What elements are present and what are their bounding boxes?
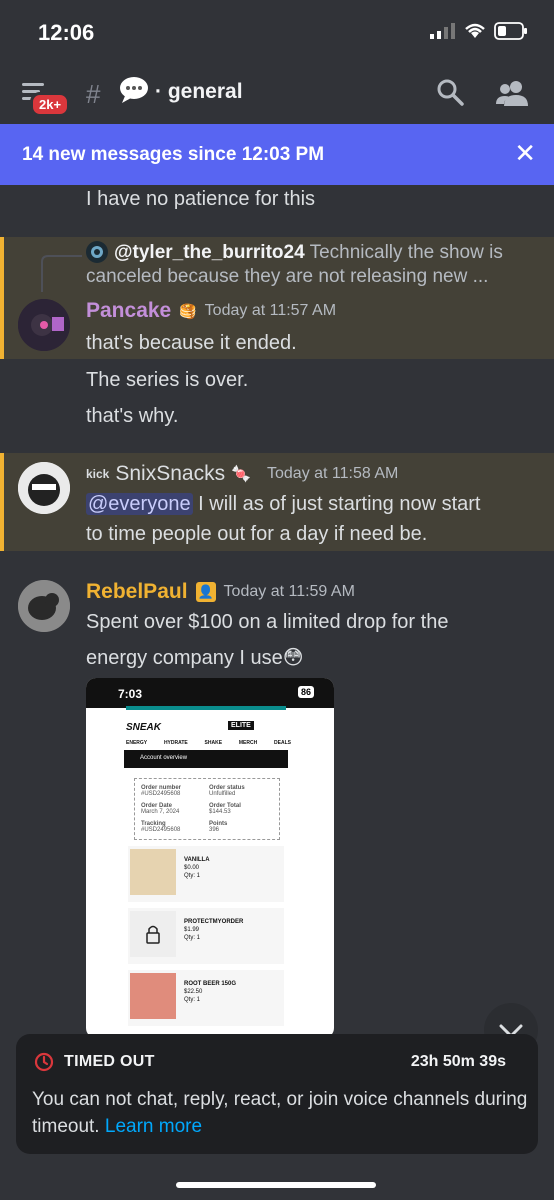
clock-icon bbox=[34, 1052, 54, 1072]
reply-text: Technically the show is bbox=[309, 242, 503, 263]
lock-icon bbox=[146, 925, 160, 944]
avatar[interactable] bbox=[18, 580, 70, 632]
embed-account-bar: Account overview bbox=[124, 750, 288, 768]
wifi-icon bbox=[465, 23, 485, 38]
embed-item-price: $1.99 bbox=[184, 927, 200, 933]
timeout-timer: 23h 50m 39s bbox=[410, 1053, 506, 1070]
embed-brand2: ELITE bbox=[228, 721, 254, 730]
message-header: Pancake 🥞 Today at 11:57 AM bbox=[86, 299, 336, 323]
embed-brand: SNEAK bbox=[126, 722, 162, 733]
embed-item-name: PROTECTMYORDER bbox=[184, 919, 244, 925]
role-icon: 🥞 bbox=[179, 302, 197, 319]
timeout-panel: TIMED OUT 23h 50m 39s You can not chat, … bbox=[16, 1034, 538, 1154]
new-messages-text: 14 new messages since 12:03 PM bbox=[22, 144, 325, 165]
embed-item-price: $0.00 bbox=[184, 865, 200, 871]
embed-item: VANILLA $0.00 Qty: 1 bbox=[128, 846, 284, 902]
timeout-title: TIMED OUT bbox=[64, 1053, 155, 1070]
embed-nav-item: SHAKE bbox=[204, 740, 223, 746]
status-bar: 12:06 bbox=[0, 0, 554, 62]
embed-time: 7:03 bbox=[118, 687, 143, 701]
message-header: RebelPaul 👤 Today at 11:59 AM bbox=[86, 580, 355, 604]
embed-order-box: Order number #USD2495608 Order status Unfu… bbox=[134, 778, 280, 840]
clock: 12:06 bbox=[38, 20, 95, 45]
unread-badge: 2k+ bbox=[30, 92, 71, 117]
embed-nav-item: HYDRATE bbox=[163, 740, 188, 746]
embed-item: PROTECTMYORDER $1.99 Qty: 1 bbox=[128, 908, 284, 964]
message-text: to time people out for a day if need be. bbox=[86, 523, 428, 545]
reply-connector bbox=[41, 255, 82, 292]
embed-item-qty: Qty: 1 bbox=[184, 873, 201, 879]
embed-battery: 86 bbox=[297, 686, 314, 698]
timestamp: Today at 11:58 AM bbox=[267, 465, 399, 482]
battery-icon bbox=[494, 22, 527, 40]
message-text: energy company I use😳 bbox=[86, 647, 304, 669]
product-image bbox=[130, 973, 176, 1019]
status-icons bbox=[430, 22, 528, 40]
embed-value: #USD2495608 bbox=[141, 791, 181, 797]
message-text: @everyone I will as of just starting now… bbox=[86, 490, 480, 518]
role-icon: 🍬 bbox=[231, 466, 251, 483]
reply-avatar bbox=[86, 241, 108, 263]
image-attachment[interactable]: 7:03 86 SNEAK ELITE ENERGY HYDRATE SHAKE… bbox=[86, 678, 334, 1038]
avatar[interactable] bbox=[18, 299, 70, 351]
embed-item-name: ROOT BEER 150G bbox=[184, 981, 237, 987]
search-icon[interactable] bbox=[436, 78, 464, 106]
embed-item-name: VANILLA bbox=[184, 857, 210, 863]
timeout-message: You can not chat, reply, react, or join … bbox=[32, 1086, 532, 1140]
timestamp: Today at 11:59 AM bbox=[223, 583, 355, 600]
embed-nav: ENERGY HYDRATE SHAKE MERCH DEALS bbox=[126, 740, 291, 746]
reply-preview[interactable]: @tyler_the_burrito24 Technically the sho… bbox=[114, 241, 503, 265]
username[interactable]: Pancake bbox=[86, 299, 171, 323]
speech-bubble-icon bbox=[120, 77, 148, 103]
username[interactable]: RebelPaul bbox=[86, 580, 188, 604]
role-icon: 👤 bbox=[195, 582, 216, 602]
embed-nav-item: MERCH bbox=[238, 740, 258, 746]
reply-user: @tyler_the_burrito24 bbox=[114, 242, 305, 263]
product-image bbox=[130, 911, 176, 957]
message-text: I have no patience for this bbox=[86, 188, 316, 210]
embed-item-price: $22.50 bbox=[184, 989, 203, 995]
embed-nav-item: DEALS bbox=[274, 740, 291, 746]
product-image bbox=[130, 849, 176, 895]
timestamp: Today at 11:57 AM bbox=[204, 302, 337, 319]
embed-nav-item: ENERGY bbox=[126, 740, 148, 746]
embed-status-bar: 7:03 86 bbox=[86, 678, 334, 708]
reply-text-cont: canceled because they are not releasing … bbox=[86, 266, 489, 287]
embed-value: Unfulfilled bbox=[209, 791, 236, 797]
embed-value: $144.53 bbox=[209, 809, 231, 815]
message-text: Spent over $100 on a limited drop for th… bbox=[86, 611, 449, 633]
kick-tag: kick bbox=[86, 467, 110, 481]
embed-item-qty: Qty: 1 bbox=[184, 935, 201, 941]
username[interactable]: SnixSnacks bbox=[115, 462, 225, 486]
avatar[interactable] bbox=[18, 462, 70, 514]
embed-value: #USD2495608 bbox=[141, 827, 181, 833]
channel-name[interactable]: · general bbox=[155, 80, 243, 104]
new-messages-bar[interactable]: 14 new messages since 12:03 PM ✕ bbox=[0, 124, 554, 185]
message-text: The series is over. bbox=[86, 369, 249, 391]
channel-hash-icon: # bbox=[86, 79, 101, 109]
message-text-part: I will as of just starting now start bbox=[192, 493, 481, 515]
embed-item-qty: Qty: 1 bbox=[184, 997, 201, 1003]
home-indicator[interactable] bbox=[176, 1182, 376, 1188]
embed-scroll-indicator bbox=[126, 706, 286, 710]
message-text: that's why. bbox=[86, 405, 179, 427]
channel-header: 2k+ # · general bbox=[0, 62, 554, 124]
close-icon[interactable]: ✕ bbox=[514, 138, 536, 169]
signal-icon bbox=[430, 23, 455, 39]
embed-item: ROOT BEER 150G $22.50 Qty: 1 bbox=[128, 970, 284, 1026]
mention-everyone[interactable]: @everyone bbox=[86, 493, 193, 515]
embed-value: March 7, 2024 bbox=[141, 809, 180, 815]
embed-value: 396 bbox=[209, 827, 220, 833]
members-icon[interactable] bbox=[496, 78, 528, 108]
message-header: kick SnixSnacks 🍬 Today at 11:58 AM bbox=[86, 462, 398, 486]
learn-more-link[interactable]: Learn more bbox=[105, 1116, 202, 1137]
message-text: that's because it ended. bbox=[86, 332, 297, 354]
